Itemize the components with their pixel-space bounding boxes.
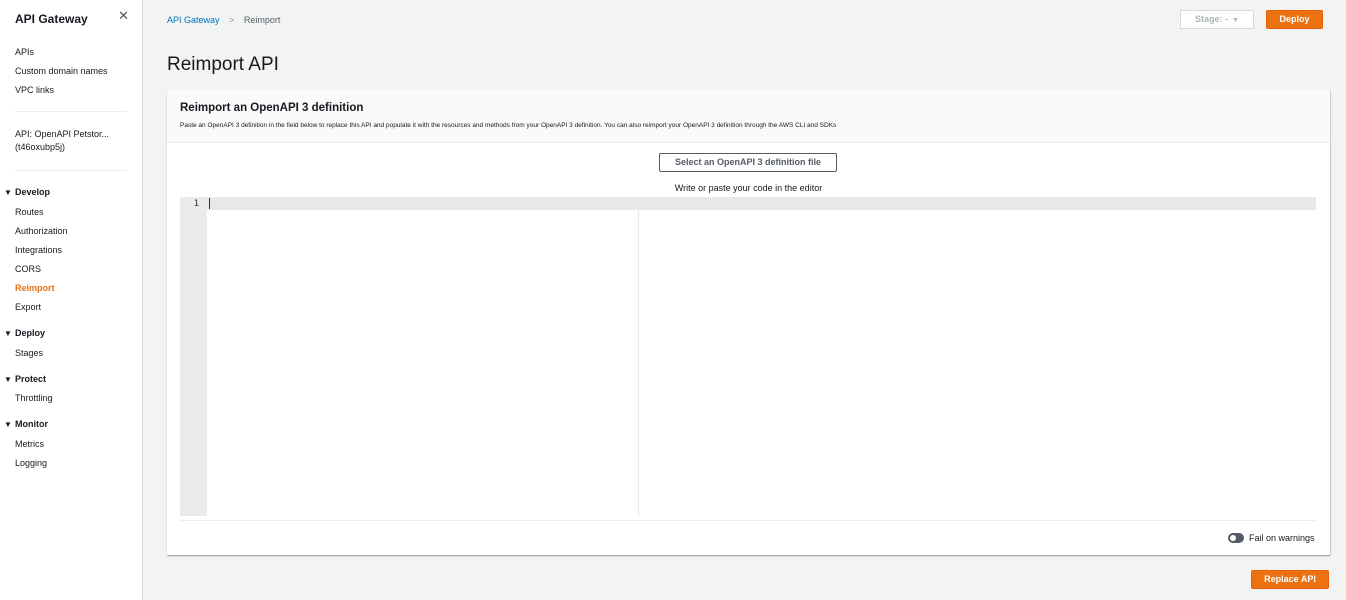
section-deploy-toggle[interactable]: ▼ Deploy — [4, 328, 45, 338]
caret-down-icon: ▼ — [4, 420, 12, 429]
sidebar-item-throttling[interactable]: Throttling — [15, 393, 53, 403]
sidebar: API Gateway ✕ APIs Custom domain names V… — [0, 0, 143, 600]
sidebar-item-metrics[interactable]: Metrics — [15, 439, 44, 449]
panel-title: Reimport an OpenAPI 3 definition — [180, 102, 364, 114]
editor-print-margin — [638, 197, 639, 516]
select-definition-file-button[interactable]: Select an OpenAPI 3 definition file — [659, 153, 837, 172]
editor-active-line — [207, 197, 1316, 210]
breadcrumb-api-gateway[interactable]: API Gateway — [167, 15, 220, 25]
sidebar-title: API Gateway — [15, 12, 88, 26]
api-id: (t46oxubp5j) — [15, 142, 66, 152]
api-name: API: OpenAPI Petstor... — [15, 129, 110, 139]
divider — [180, 520, 1316, 521]
panel-description: Paste an OpenAPI 3 definition in the fie… — [180, 122, 837, 129]
sidebar-item-stages[interactable]: Stages — [15, 348, 43, 358]
sidebar-divider — [15, 170, 127, 171]
sidebar-item-integrations[interactable]: Integrations — [15, 245, 62, 255]
line-number: 1 — [193, 199, 199, 209]
deploy-button[interactable]: Deploy — [1266, 10, 1323, 29]
sidebar-item-vpc-links[interactable]: VPC links — [15, 85, 54, 95]
caret-down-icon: ▼ — [4, 329, 12, 338]
stage-select-value: Stage: - — [1195, 14, 1229, 24]
sidebar-item-logging[interactable]: Logging — [15, 458, 47, 468]
section-develop-label: Develop — [15, 187, 51, 197]
code-editor[interactable]: 1 — [180, 197, 1316, 516]
sidebar-item-routes[interactable]: Routes — [15, 207, 44, 217]
sidebar-item-apis[interactable]: APIs — [15, 47, 34, 57]
fail-on-warnings-label: Fail on warnings — [1249, 532, 1315, 543]
panel-header: Reimport an OpenAPI 3 definition Paste a… — [167, 90, 1330, 143]
breadcrumb: API Gateway > Reimport — [167, 15, 280, 25]
toggle-knob — [1230, 534, 1236, 541]
section-monitor-label: Monitor — [15, 419, 48, 429]
replace-api-button[interactable]: Replace API — [1251, 570, 1329, 589]
editor-gutter: 1 — [180, 197, 207, 516]
breadcrumb-current: Reimport — [243, 15, 281, 25]
chevron-right-icon: > — [229, 15, 235, 25]
section-protect-label: Protect — [15, 374, 47, 384]
caret-down-icon: ▼ — [4, 375, 12, 384]
section-protect-toggle[interactable]: ▼ Protect — [4, 374, 46, 384]
sidebar-divider — [15, 111, 127, 112]
stage-select[interactable]: Stage: - ▼ — [1180, 10, 1254, 29]
editor-cursor — [209, 198, 210, 209]
sidebar-item-authorization[interactable]: Authorization — [15, 226, 68, 236]
section-develop-toggle[interactable]: ▼ Develop — [4, 187, 50, 197]
close-icon[interactable]: ✕ — [118, 9, 129, 22]
sidebar-item-export[interactable]: Export — [15, 302, 41, 312]
sidebar-api-selector[interactable]: API: OpenAPI Petstor... (t46oxubp5j) — [15, 128, 130, 154]
fail-on-warnings-toggle[interactable]: Fail on warnings — [1228, 529, 1315, 543]
toggle-switch[interactable] — [1228, 532, 1244, 543]
reimport-panel: Reimport an OpenAPI 3 definition Paste a… — [167, 90, 1330, 555]
section-deploy-label: Deploy — [15, 328, 46, 338]
sidebar-item-reimport[interactable]: Reimport — [15, 283, 55, 293]
caret-down-icon: ▼ — [1232, 17, 1239, 24]
sidebar-item-cors[interactable]: CORS — [15, 264, 41, 274]
caret-down-icon: ▼ — [4, 188, 12, 197]
sidebar-header: API Gateway ✕ — [15, 9, 133, 26]
sidebar-item-custom-domain-names[interactable]: Custom domain names — [15, 66, 108, 76]
editor-hint: Write or paste your code in the editor — [674, 183, 823, 193]
page-title: Reimport API — [167, 54, 279, 75]
section-monitor-toggle[interactable]: ▼ Monitor — [4, 419, 48, 429]
